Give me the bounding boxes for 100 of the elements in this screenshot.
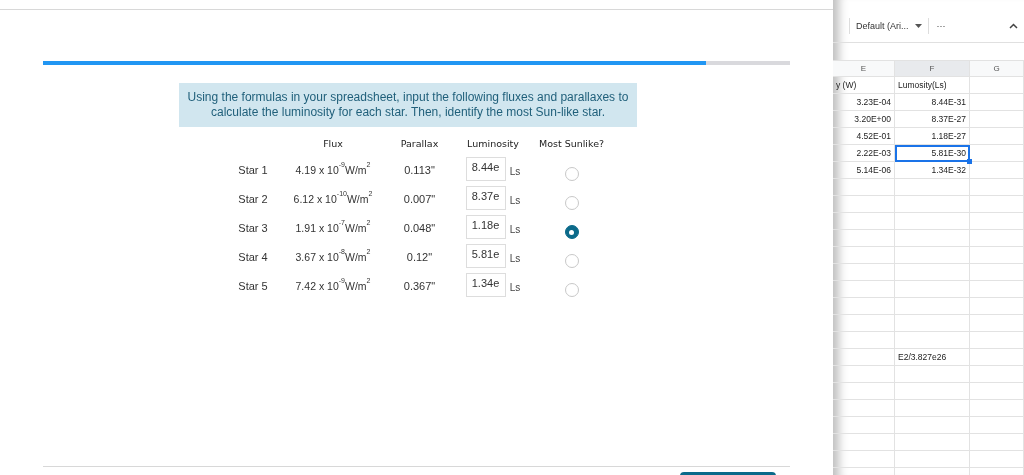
parallax-value: 0.048" xyxy=(402,220,437,236)
empty-cell[interactable] xyxy=(895,400,970,417)
empty-cell[interactable] xyxy=(895,315,970,332)
empty-cell[interactable] xyxy=(970,77,1024,94)
radio-button[interactable] xyxy=(564,167,579,181)
star-label: Star 3 xyxy=(237,220,269,236)
empty-cell[interactable] xyxy=(833,349,895,366)
flux-value: 6.12 x 10$^{-10}$W/m$^{2}$ xyxy=(292,188,374,207)
empty-cell[interactable] xyxy=(895,298,970,315)
empty-cell[interactable] xyxy=(833,179,895,196)
column-header[interactable]: E xyxy=(833,60,895,77)
spreadsheet-cell[interactable]: 4.52E-01 xyxy=(833,128,895,145)
empty-cell[interactable] xyxy=(895,179,970,196)
empty-cell[interactable] xyxy=(970,128,1024,145)
spreadsheet-cell[interactable]: E2/3.827e26 xyxy=(895,349,970,366)
empty-cell[interactable] xyxy=(895,213,970,230)
spreadsheet-cell[interactable]: 1.34E-32 xyxy=(895,162,970,179)
empty-cell[interactable] xyxy=(970,349,1024,366)
spreadsheet-cell[interactable]: Lumosity(Ls) xyxy=(895,77,970,94)
empty-cell[interactable] xyxy=(833,315,895,332)
empty-cell[interactable] xyxy=(970,315,1024,332)
empty-cell[interactable] xyxy=(970,179,1024,196)
empty-cell[interactable] xyxy=(970,145,1024,162)
empty-cell[interactable] xyxy=(833,196,895,213)
luminosity-input[interactable]: 1.18e xyxy=(465,215,506,239)
empty-cell[interactable] xyxy=(970,230,1024,247)
radio-button[interactable] xyxy=(564,196,579,210)
collapse-icon[interactable] xyxy=(1009,23,1018,29)
spreadsheet-cell[interactable]: 8.37E-27 xyxy=(895,111,970,128)
luminosity-input[interactable]: 5.81e xyxy=(465,244,506,268)
spreadsheet-cell[interactable]: 8.44E-31 xyxy=(895,94,970,111)
empty-cell[interactable] xyxy=(895,332,970,349)
empty-cell[interactable] xyxy=(895,451,970,468)
empty-cell[interactable] xyxy=(970,434,1024,451)
empty-cell[interactable] xyxy=(833,434,895,451)
flux-value: 3.67 x 10$^{-8}$W/m$^{2}$ xyxy=(294,246,372,265)
star-label: Star 1 xyxy=(237,162,269,178)
empty-cell[interactable] xyxy=(970,298,1024,315)
spreadsheet-cell[interactable]: 3.20E+00 xyxy=(833,111,895,128)
empty-cell[interactable] xyxy=(970,281,1024,298)
column-header: Luminosity xyxy=(466,137,520,151)
empty-cell[interactable] xyxy=(970,247,1024,264)
radio-button[interactable] xyxy=(564,254,579,268)
radio-button[interactable] xyxy=(564,283,579,297)
empty-cell[interactable] xyxy=(895,434,970,451)
empty-cell[interactable] xyxy=(833,366,895,383)
empty-cell[interactable] xyxy=(895,230,970,247)
empty-cell[interactable] xyxy=(895,264,970,281)
parallax-value: 0.007" xyxy=(402,191,437,207)
spreadsheet-cell[interactable]: 5.14E-06 xyxy=(833,162,895,179)
spreadsheet-cell[interactable]: y (W) xyxy=(833,77,895,94)
empty-cell[interactable] xyxy=(970,366,1024,383)
empty-cell[interactable] xyxy=(833,264,895,281)
empty-cell[interactable] xyxy=(833,230,895,247)
star-label: Star 5 xyxy=(237,278,269,294)
empty-cell[interactable] xyxy=(895,417,970,434)
empty-cell[interactable] xyxy=(895,281,970,298)
column-header: Flux xyxy=(322,137,344,151)
empty-cell[interactable] xyxy=(970,94,1024,111)
empty-cell[interactable] xyxy=(833,332,895,349)
empty-cell[interactable] xyxy=(970,332,1024,349)
empty-cell[interactable] xyxy=(970,400,1024,417)
empty-cell[interactable] xyxy=(970,417,1024,434)
empty-cell[interactable] xyxy=(970,196,1024,213)
empty-cell[interactable] xyxy=(970,451,1024,468)
empty-cell[interactable] xyxy=(970,213,1024,230)
empty-cell[interactable] xyxy=(895,196,970,213)
luminosity-input[interactable]: 8.44e xyxy=(465,157,506,181)
empty-cell[interactable] xyxy=(970,162,1024,179)
empty-cell[interactable] xyxy=(970,111,1024,128)
flux-value: 7.42 x 10$^{-9}$W/m$^{2}$ xyxy=(294,275,372,294)
empty-cell[interactable] xyxy=(833,298,895,315)
unit-label: Ls xyxy=(509,282,521,293)
empty-cell[interactable] xyxy=(833,281,895,298)
spreadsheet-cell[interactable]: 3.23E-04 xyxy=(833,94,895,111)
flux-value: 1.91 x 10$^{-7}$W/m$^{2}$ xyxy=(294,217,372,236)
luminosity-input[interactable]: 8.37e xyxy=(465,186,506,210)
radio-button[interactable] xyxy=(564,225,579,239)
empty-cell[interactable] xyxy=(833,417,895,434)
more-button[interactable]: ··· xyxy=(934,21,948,31)
spreadsheet-cell[interactable]: 2.22E-03 xyxy=(833,145,895,162)
empty-cell[interactable] xyxy=(970,264,1024,281)
font-dropdown[interactable]: Default (Ari... xyxy=(856,21,922,31)
unit-label: Ls xyxy=(509,195,521,206)
spreadsheet-cell[interactable]: 1.18E-27 xyxy=(895,128,970,145)
empty-cell[interactable] xyxy=(833,213,895,230)
luminosity-input[interactable]: 1.34e xyxy=(465,273,506,297)
empty-cell[interactable] xyxy=(833,383,895,400)
instructions-text: Using the formulas in your spreadsheet, input the following fluxes and parallaxes to calculate the luminosity for each star. Then, identify the most Sun-like star. xyxy=(179,83,637,127)
empty-cell[interactable] xyxy=(833,400,895,417)
spreadsheet-cell[interactable]: 5.81E-30 xyxy=(895,145,970,162)
column-header[interactable]: F xyxy=(895,60,970,77)
empty-cell[interactable] xyxy=(895,366,970,383)
empty-cell[interactable] xyxy=(895,247,970,264)
empty-cell[interactable] xyxy=(895,383,970,400)
empty-cell[interactable] xyxy=(833,247,895,264)
empty-cell[interactable] xyxy=(833,451,895,468)
flux-value: 4.19 x 10$^{-9}$W/m$^{2}$ xyxy=(294,159,372,178)
empty-cell[interactable] xyxy=(970,383,1024,400)
column-header[interactable]: G xyxy=(970,60,1024,77)
